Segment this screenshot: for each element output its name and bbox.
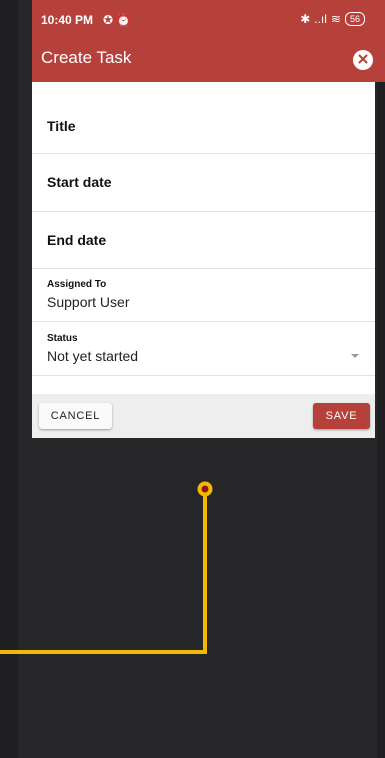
dropdown-arrow-icon <box>351 354 359 358</box>
close-button[interactable] <box>353 50 373 70</box>
title-field[interactable]: Title <box>32 82 375 154</box>
wifi-icon: ≋ <box>330 12 341 26</box>
form-actions: CANCEL SAVE <box>32 394 375 438</box>
end-date-field[interactable]: End date <box>32 212 375 269</box>
assigned-to-value: Support User <box>47 294 130 310</box>
page-title: Create Task <box>41 48 132 67</box>
signal-icon: ..ıl <box>314 12 327 26</box>
system-icons: ✱ ..ıl ≋ 56 <box>300 12 365 26</box>
close-icon <box>358 51 368 69</box>
cancel-button[interactable]: CANCEL <box>39 403 112 429</box>
app-bar: Create Task <box>32 40 385 82</box>
battery-icon: 56 <box>344 12 365 26</box>
notification-icons: ✪ ⏰ <box>103 13 132 27</box>
pointer-connector-line <box>0 489 207 654</box>
pointer-dot <box>197 481 213 497</box>
create-task-form: Title Start date End date Assigned To Su… <box>32 82 375 438</box>
status-bar: 10:40 PM ✪ ⏰ ✱ ..ıl ≋ 56 <box>32 0 385 40</box>
assigned-to-label: Assigned To <box>47 279 107 290</box>
title-label: Title <box>47 118 76 134</box>
assigned-to-field[interactable]: Assigned To Support User <box>32 269 375 322</box>
bluetooth-icon: ✱ <box>300 12 311 26</box>
status-time: 10:40 PM <box>41 13 94 27</box>
end-date-label: End date <box>47 232 107 248</box>
pointer-dot-center <box>201 485 209 493</box>
start-date-label: Start date <box>47 174 112 190</box>
status-value: Not yet started <box>47 348 139 364</box>
left-sidebar-strip <box>0 0 18 758</box>
save-button[interactable]: SAVE <box>313 403 370 429</box>
right-edge-strip <box>377 0 385 758</box>
status-label: Status <box>47 333 78 344</box>
status-select[interactable]: Status Not yet started <box>32 322 375 376</box>
start-date-field[interactable]: Start date <box>32 154 375 212</box>
